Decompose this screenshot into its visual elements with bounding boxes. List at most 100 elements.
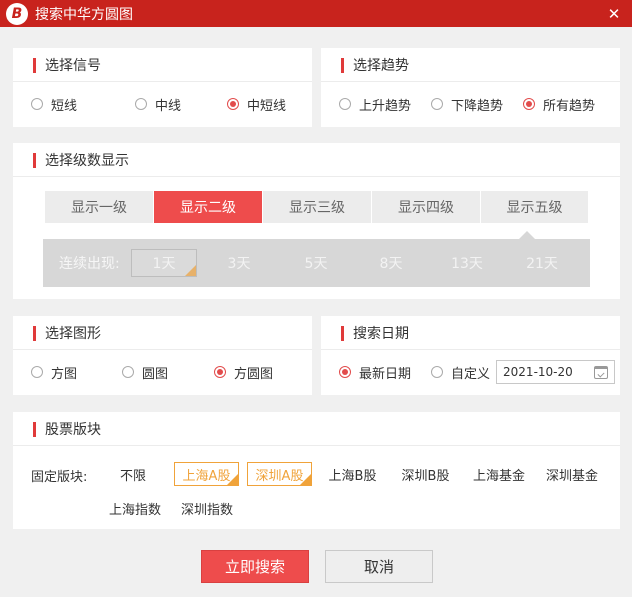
board-chip-unlimited[interactable]: 不限 (109, 462, 157, 486)
radio-circle (31, 366, 43, 378)
close-icon[interactable]: ✕ (602, 0, 626, 27)
signal-radio-medium[interactable]: 中线 (135, 95, 181, 114)
selected-corner-icon (185, 265, 196, 276)
tab-level-5[interactable]: 显示五级 (481, 191, 588, 223)
search-button[interactable]: 立即搜索 (201, 550, 309, 583)
shape-panel: 选择图形 方图 圆图 方圆图 (13, 316, 312, 395)
radio-circle (31, 98, 43, 110)
radio-circle (431, 98, 444, 110)
section-marker (33, 326, 36, 341)
radio-circle (431, 366, 444, 378)
trend-header: 选择趋势 (321, 48, 620, 82)
section-marker (33, 153, 36, 168)
radio-label: 方图 (51, 366, 78, 382)
chip-label: 不限 (119, 468, 146, 484)
board-title: 股票版块 (45, 421, 101, 438)
radio-circle (214, 366, 227, 378)
shape-title: 选择图形 (45, 325, 101, 342)
day-label: 8天 (379, 256, 403, 272)
radio-label: 方圆图 (234, 366, 274, 382)
tab-level-4[interactable]: 显示四级 (372, 191, 481, 223)
chip-label: 上海指数 (108, 502, 161, 518)
day-label: 5天 (304, 256, 328, 272)
board-chip-sz-a[interactable]: 深圳A股 (247, 462, 312, 486)
continuous-days-box: 连续出现: 1天 3天 5天 8天 13天 21天 (43, 239, 590, 287)
day-label: 1天 (152, 256, 176, 272)
radio-label: 下降趋势 (451, 98, 504, 114)
radio-circle (135, 98, 148, 110)
levels-panel: 选择级数显示 显示一级 显示二级 显示三级 显示四级 显示五级 连续出现: 1天… (13, 143, 620, 299)
trend-title: 选择趋势 (353, 57, 409, 74)
levels-title: 选择级数显示 (45, 152, 129, 169)
day-option-8[interactable]: 8天 (361, 249, 421, 277)
date-input[interactable]: 2021-10-20 (496, 360, 616, 384)
board-chip-sz-b[interactable]: 深圳B股 (393, 462, 458, 486)
day-option-5[interactable]: 5天 (286, 249, 346, 277)
day-option-13[interactable]: 13天 (437, 249, 497, 277)
shape-radio-square[interactable]: 方图 (31, 363, 77, 382)
app-logo-icon: B (6, 2, 28, 25)
tab-pointer (519, 231, 535, 239)
section-marker (341, 58, 344, 73)
day-label: 13天 (451, 256, 483, 272)
calendar-icon[interactable] (594, 366, 609, 379)
signal-options: 短线 中线 中短线 (13, 82, 312, 126)
radio-label: 中线 (155, 98, 182, 114)
shape-header: 选择图形 (13, 316, 312, 350)
signal-panel: 选择信号 短线 中线 中短线 (13, 48, 312, 127)
shape-radio-square-circle[interactable]: 方圆图 (214, 363, 273, 382)
date-options: 最新日期 自定义 2021-10-20 (321, 350, 620, 394)
board-chip-sz-fund[interactable]: 深圳基金 (539, 462, 605, 486)
trend-radio-up[interactable]: 上升趋势 (339, 95, 411, 114)
window-title: 搜索中华方圆图 (35, 6, 133, 23)
selected-corner-icon (300, 474, 311, 485)
date-panel: 搜索日期 最新日期 自定义 2021-10-20 (321, 316, 620, 395)
tab-level-1[interactable]: 显示一级 (45, 191, 154, 223)
chip-label: 上海B股 (328, 468, 377, 484)
trend-radio-all[interactable]: 所有趋势 (523, 95, 595, 114)
tab-level-3[interactable]: 显示三级 (263, 191, 372, 223)
board-chip-sh-index[interactable]: 上海指数 (102, 496, 168, 520)
shape-radio-circle[interactable]: 圆图 (122, 363, 168, 382)
signal-header: 选择信号 (13, 48, 312, 82)
signal-radio-mid-short[interactable]: 中短线 (227, 95, 286, 114)
board-header: 股票版块 (13, 412, 620, 446)
levels-tabs: 显示一级 显示二级 显示三级 显示四级 显示五级 (45, 191, 588, 223)
chip-label: 上海基金 (472, 468, 525, 484)
chip-label: 深圳指数 (180, 502, 233, 518)
continuous-label: 连续出现: (59, 256, 120, 272)
day-option-21[interactable]: 21天 (512, 249, 572, 277)
board-chip-sz-index[interactable]: 深圳指数 (174, 496, 240, 520)
day-label: 3天 (227, 256, 251, 272)
board-chip-sh-a[interactable]: 上海A股 (174, 462, 239, 486)
radio-label: 最新日期 (359, 366, 412, 382)
cancel-button[interactable]: 取消 (325, 550, 433, 583)
date-radio-latest[interactable]: 最新日期 (339, 363, 411, 382)
radio-circle (227, 98, 240, 110)
trend-options: 上升趋势 下降趋势 所有趋势 (321, 82, 620, 126)
radio-label: 短线 (51, 98, 78, 114)
board-chip-sh-fund[interactable]: 上海基金 (466, 462, 532, 486)
selected-corner-icon (227, 474, 238, 485)
day-option-1[interactable]: 1天 (131, 249, 197, 277)
section-marker (33, 58, 36, 73)
board-chip-sh-b[interactable]: 上海B股 (320, 462, 385, 486)
radio-label: 上升趋势 (359, 98, 412, 114)
chip-label: 深圳A股 (255, 468, 304, 484)
radio-label: 圆图 (142, 366, 169, 382)
date-title: 搜索日期 (353, 325, 409, 342)
radio-label: 中短线 (247, 98, 287, 114)
date-radio-custom[interactable]: 自定义 (431, 363, 490, 382)
day-option-3[interactable]: 3天 (209, 249, 269, 277)
tab-level-2[interactable]: 显示二级 (154, 191, 263, 223)
chip-label: 上海A股 (182, 468, 231, 484)
board-panel: 股票版块 固定版块: 不限 上海A股 深圳A股 上海B股 深圳B股 上海基金 深… (13, 412, 620, 529)
radio-circle (339, 366, 351, 378)
radio-circle (339, 98, 351, 110)
trend-radio-down[interactable]: 下降趋势 (431, 95, 503, 114)
levels-header: 选择级数显示 (13, 143, 620, 177)
radio-label: 自定义 (451, 366, 491, 382)
shape-options: 方图 圆图 方圆图 (13, 350, 312, 394)
radio-circle (122, 366, 135, 378)
signal-radio-short[interactable]: 短线 (31, 95, 77, 114)
